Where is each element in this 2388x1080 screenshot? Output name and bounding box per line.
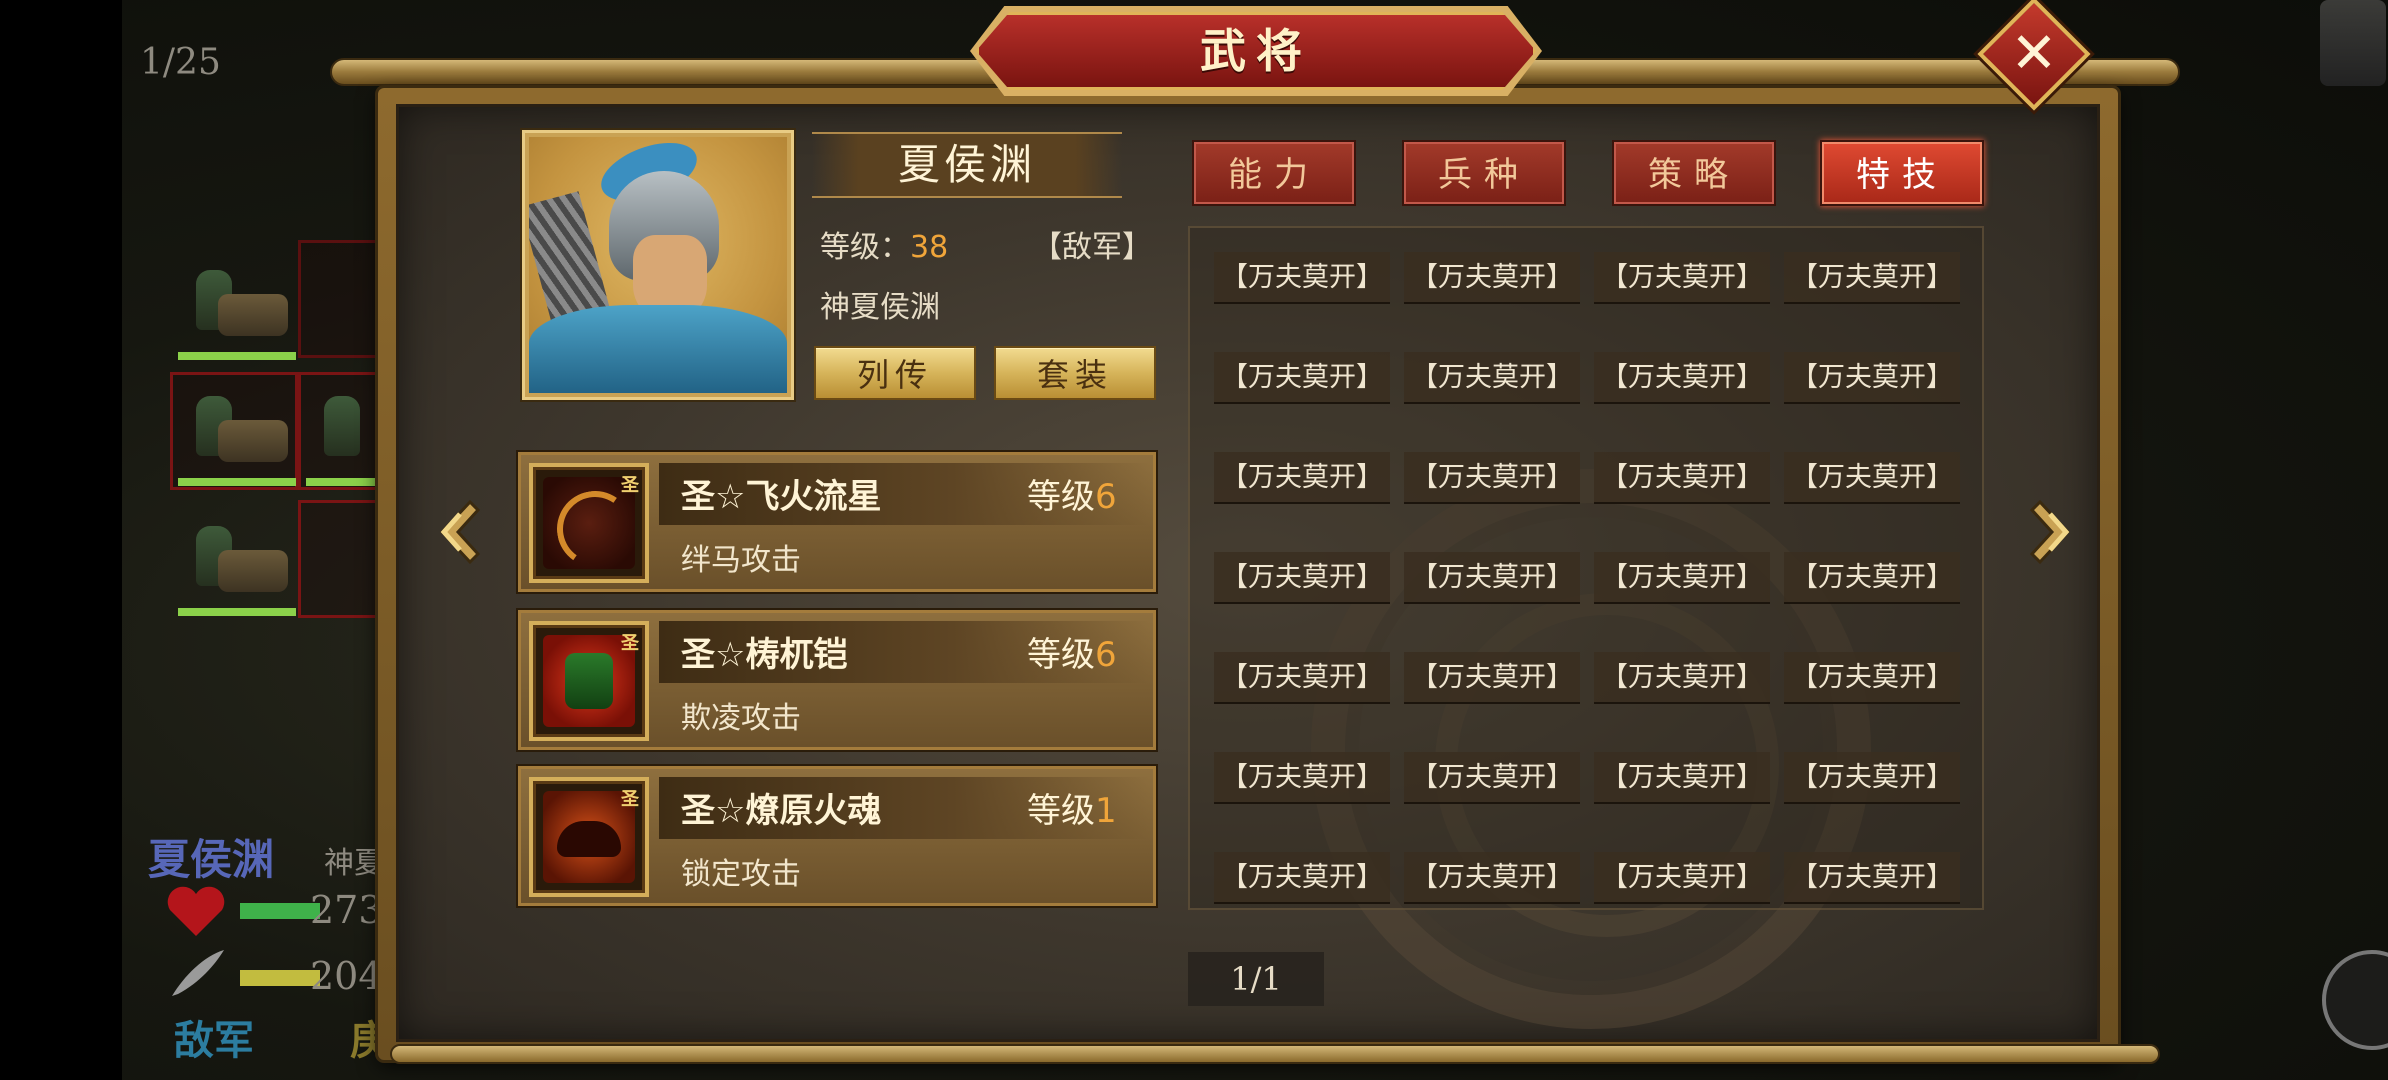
skill-item[interactable]: 【万夫莫开】 xyxy=(1214,352,1390,404)
skill-item[interactable]: 【万夫莫开】 xyxy=(1784,252,1960,304)
background-hp-bar xyxy=(240,903,320,919)
general-portrait xyxy=(529,137,787,393)
equipment-set-button[interactable]: 套装 xyxy=(994,346,1156,400)
equipment-level-value: 1 xyxy=(1095,791,1117,831)
equipment-icon-frame: 圣 xyxy=(529,777,649,897)
next-general-arrow-icon[interactable] xyxy=(2024,494,2080,570)
general-faction: 【敌军】 xyxy=(1032,230,1152,265)
modal-title: 武将 xyxy=(1200,24,1312,78)
skill-item[interactable]: 【万夫莫开】 xyxy=(1594,652,1770,704)
skill-item[interactable]: 【万夫莫开】 xyxy=(1404,552,1580,604)
equipment-level: 等级6 xyxy=(1027,627,1117,676)
equipment-level-label: 等级 xyxy=(1027,635,1095,675)
skill-item[interactable]: 【万夫莫开】 xyxy=(1214,852,1390,904)
level-value: 38 xyxy=(910,230,949,265)
tab-special-skill[interactable]: 特技 xyxy=(1820,140,1984,206)
heart-icon xyxy=(167,886,225,936)
equipment-name: 圣☆梼杌铠 xyxy=(681,635,848,675)
skill-item[interactable]: 【万夫莫开】 xyxy=(1214,252,1390,304)
equipment-icon-frame: 圣 xyxy=(529,621,649,741)
menu-corner-icon[interactable] xyxy=(2320,0,2386,86)
equipment-level-label: 等级 xyxy=(1027,477,1095,517)
equipment-level-label: 等级 xyxy=(1027,791,1095,831)
skill-item[interactable]: 【万夫莫开】 xyxy=(1404,652,1580,704)
general-level: 等级：38 xyxy=(820,222,948,266)
turn-counter: 1/25 xyxy=(140,42,221,83)
tab-troop-type[interactable]: 兵种 xyxy=(1402,140,1566,206)
skill-item[interactable]: 【万夫莫开】 xyxy=(1784,452,1960,504)
equipment-level: 等级6 xyxy=(1027,469,1117,518)
equipment-effect: 锁定攻击 xyxy=(681,857,801,892)
skill-item[interactable]: 【万夫莫开】 xyxy=(1404,752,1580,804)
info-icon[interactable] xyxy=(2322,950,2388,1050)
skill-item[interactable]: 【万夫莫开】 xyxy=(1594,752,1770,804)
equipment-level: 等级1 xyxy=(1027,783,1117,832)
general-portrait-frame xyxy=(522,130,794,400)
tab-ability[interactable]: 能力 xyxy=(1192,140,1356,206)
enemy-unit[interactable] xyxy=(178,510,296,616)
enemy-unit[interactable] xyxy=(178,254,296,360)
previous-general-arrow-icon[interactable] xyxy=(430,494,486,570)
skills-grid: 【万夫莫开】 【万夫莫开】 【万夫莫开】 【万夫莫开】 【万夫莫开】 【万夫莫开】 【万夫莫… xyxy=(1188,226,1984,910)
skill-item[interactable]: 【万夫莫开】 xyxy=(1594,552,1770,604)
equipment-item[interactable]: 圣 圣☆燎原火魂 等级1 锁定攻击 xyxy=(518,766,1156,906)
skill-item[interactable]: 【万夫莫开】 xyxy=(1784,852,1960,904)
level-label: 等级： xyxy=(820,230,910,265)
general-title: 神夏侯渊 xyxy=(820,290,940,325)
background-faction-left: 敌军 xyxy=(174,1018,254,1064)
equipment-effect: 欺凌攻击 xyxy=(681,701,801,736)
skill-item[interactable]: 【万夫莫开】 xyxy=(1214,452,1390,504)
skill-item[interactable]: 【万夫莫开】 xyxy=(1404,352,1580,404)
equipment-item[interactable]: 圣 圣☆飞火流星 等级6 绊马攻击 xyxy=(518,452,1156,592)
background-general-name: 夏侯渊 xyxy=(148,835,275,884)
skill-item[interactable]: 【万夫莫开】 xyxy=(1594,252,1770,304)
skill-item[interactable]: 【万夫莫开】 xyxy=(1594,452,1770,504)
equipment-effect: 绊马攻击 xyxy=(681,543,801,578)
biography-button[interactable]: 列传 xyxy=(814,346,976,400)
skill-item[interactable]: 【万夫莫开】 xyxy=(1594,852,1770,904)
equipment-icon-frame: 圣 xyxy=(529,463,649,583)
seal-mark: 圣 xyxy=(621,633,639,654)
background-hp-value: 273 xyxy=(310,888,383,932)
equipment-item[interactable]: 圣 圣☆梼杌铠 等级6 欺凌攻击 xyxy=(518,610,1156,750)
background-general-title: 神夏 xyxy=(324,846,384,881)
skill-item[interactable]: 【万夫莫开】 xyxy=(1404,452,1580,504)
skill-item[interactable]: 【万夫莫开】 xyxy=(1214,752,1390,804)
skill-item[interactable]: 【万夫莫开】 xyxy=(1784,652,1960,704)
skill-item[interactable]: 【万夫莫开】 xyxy=(1404,852,1580,904)
general-name: 夏侯渊 xyxy=(897,140,1036,189)
enemy-unit[interactable] xyxy=(178,380,296,486)
skill-item[interactable]: 【万夫莫开】 xyxy=(1784,352,1960,404)
seal-mark: 圣 xyxy=(621,789,639,810)
equipment-level-value: 6 xyxy=(1095,477,1117,517)
page-indicator: 1/1 xyxy=(1188,952,1324,1006)
background-mp-bar xyxy=(240,970,320,986)
tab-strategy[interactable]: 策略 xyxy=(1612,140,1776,206)
modal-bottom-rail xyxy=(390,1044,2160,1064)
skill-item[interactable]: 【万夫莫开】 xyxy=(1214,652,1390,704)
skill-item[interactable]: 【万夫莫开】 xyxy=(1214,552,1390,604)
equipment-name: 圣☆飞火流星 xyxy=(681,477,882,517)
close-icon[interactable]: ✕ xyxy=(1994,14,2074,94)
background-mp-value: 204 xyxy=(310,954,383,998)
equipment-name: 圣☆燎原火魂 xyxy=(681,791,882,831)
feather-icon xyxy=(172,950,224,996)
skill-item[interactable]: 【万夫莫开】 xyxy=(1594,352,1770,404)
skill-item[interactable]: 【万夫莫开】 xyxy=(1784,552,1960,604)
equipment-level-value: 6 xyxy=(1095,635,1117,675)
skill-item[interactable]: 【万夫莫开】 xyxy=(1404,252,1580,304)
skill-item[interactable]: 【万夫莫开】 xyxy=(1784,752,1960,804)
seal-mark: 圣 xyxy=(621,475,639,496)
